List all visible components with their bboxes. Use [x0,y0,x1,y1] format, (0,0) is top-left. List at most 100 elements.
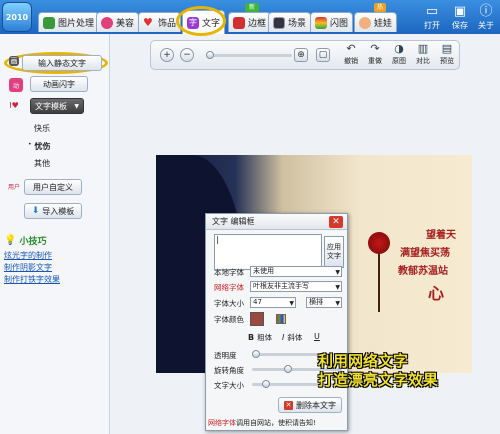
highlight-ring [176,6,226,36]
undo-icon: ↶ [346,42,356,55]
apply-text-button[interactable]: 应用文字 [324,236,344,268]
hot-badge: 热 [374,3,386,12]
static-text-button[interactable]: 输入静态文字 [22,55,102,71]
template-item[interactable]: 其他 [34,158,50,169]
anim-text-button[interactable]: 动画闪字 [30,76,88,92]
user-custom-label: 用户自定义 [33,182,73,192]
chevron-down-icon: ▼ [335,284,340,291]
save-label: 保存 [452,21,468,30]
static-text-icon: 画 [9,56,19,66]
tab-beauty[interactable]: 美容 [96,12,140,32]
overlay-line: 利用网络文字 [318,352,409,370]
tip-link[interactable]: 制作阴影文字 [4,262,52,273]
actual-size-icon[interactable]: ▢ [316,48,330,62]
poem-line: 望着天 [426,230,456,241]
chevron-down-icon: ▼ [289,300,294,307]
import-icon: ⬇ [31,206,40,216]
template-item-label: 忧伤 [34,142,51,151]
open-button[interactable]: ▭ 打开 [418,4,446,32]
tab-label: 场景 [288,19,307,29]
redo-label: 重做 [368,57,382,65]
bold-checkbox[interactable]: B 粗体 [248,332,272,343]
chevron-down-icon: ▼ [335,269,340,276]
close-icon[interactable]: ✕ [329,216,343,228]
font-color-label: 字体颜色 [214,315,244,324]
save-icon: ▣ [453,4,467,19]
text-size-knob[interactable] [262,380,270,388]
zoom-slider[interactable] [206,54,292,57]
font-color-swatch[interactable] [250,312,264,326]
text-size-label: 文字大小 [214,381,244,390]
web-font-value: 叶根友非主流手写 [253,282,309,290]
local-font-select[interactable]: 未使用 ▼ [250,266,342,277]
italic-icon: I [282,333,285,342]
text-template-dropdown[interactable]: 文字模板 ▼ [30,98,84,114]
original-icon: ◑ [394,42,404,55]
delete-text-button[interactable]: ✕ 删除本文字 [278,397,342,413]
tip-link[interactable]: 炫光字的制作 [4,250,52,261]
tab-label: 闪图 [330,19,349,29]
text-input[interactable]: | [214,234,322,270]
zoom-slider-knob[interactable] [206,51,214,59]
font-size-value: 47 [253,298,262,306]
transparency-knob[interactable] [252,350,260,358]
poem-line: 教郁苏温站 [398,266,448,277]
rotation-label: 旋转角度 [214,366,244,375]
flash-icon [315,16,327,29]
template-item[interactable]: • 忧伤 [28,141,51,152]
zoom-in-icon[interactable]: + [160,48,174,62]
tab-doll[interactable]: 娃娃 [354,12,398,32]
user-custom-button[interactable]: 用户自定义 [24,179,82,195]
undo-label: 撤销 [344,57,358,65]
anim-text-icon: 动 [9,78,23,92]
save-button[interactable]: ▣ 保存 [446,4,474,32]
import-template-button[interactable]: ⬇ 导入模板 [24,203,82,219]
tab-image-processing[interactable]: 图片处理 [38,12,100,32]
about-button[interactable]: ⓘ 关于 [472,4,500,32]
original-label: 原图 [392,57,406,65]
static-text-label: 输入静态文字 [38,58,86,68]
template-item[interactable]: 快乐 [34,123,50,134]
direction-value: 横排 [309,298,323,306]
template-item-label: 快乐 [34,124,50,133]
tab-accessories[interactable]: ♥ 饰品 [138,12,182,32]
rotation-knob[interactable] [284,365,292,373]
delete-text-label: 删除本文字 [296,400,336,410]
zoom-out-icon[interactable]: − [180,48,194,62]
redo-button[interactable]: ↷ 重做 [364,42,386,68]
footer-red: 网络字体 [208,419,236,427]
preview-button[interactable]: ▤ 预览 [436,42,458,68]
web-font-select[interactable]: 叶根友非主流手写 ▼ [250,281,342,292]
apply-label: 应用文字 [327,243,341,260]
transparency-label: 透明度 [214,351,237,360]
tip-link[interactable]: 制作打铁字效果 [4,274,60,285]
tab-label: 饰品 [158,19,177,29]
local-font-label: 本地字体 [214,268,244,277]
original-button[interactable]: ◑ 原图 [388,42,410,68]
compare-button[interactable]: ▥ 对比 [412,42,434,68]
tab-frame[interactable]: 边框 [228,12,272,32]
scene-icon [273,16,285,29]
overlay-caption: 利用网络文字 打造漂亮文字效果 [318,352,498,390]
fit-icon[interactable]: ⊕ [294,48,308,62]
font-size-label: 字体大小 [214,299,244,308]
direction-select[interactable]: 横排 ▼ [306,297,342,308]
undo-button[interactable]: ↶ 撤销 [340,42,362,68]
tab-label: 图片处理 [58,19,95,29]
app-logo: 2010 [2,2,32,32]
tab-flash[interactable]: 闪图 [310,12,354,32]
chevron-down-icon: ▼ [335,300,340,307]
web-font-label: 网络字体 [214,283,244,292]
underline-icon[interactable]: U [314,332,320,341]
poem-line: 满望焦买荡 [400,248,450,259]
image-icon [43,16,55,29]
italic-checkbox[interactable]: I 斜体 [282,332,302,343]
open-label: 打开 [424,21,440,30]
text-cursor: | [216,235,219,244]
love-you-icon: I♥ [9,100,19,110]
bullet-icon: • [28,141,32,148]
font-size-select[interactable]: 47 ▼ [250,297,296,308]
tab-scene[interactable]: 场景 [268,12,312,32]
heart-icon: ♥ [143,15,153,29]
palette-icon[interactable] [276,314,286,324]
